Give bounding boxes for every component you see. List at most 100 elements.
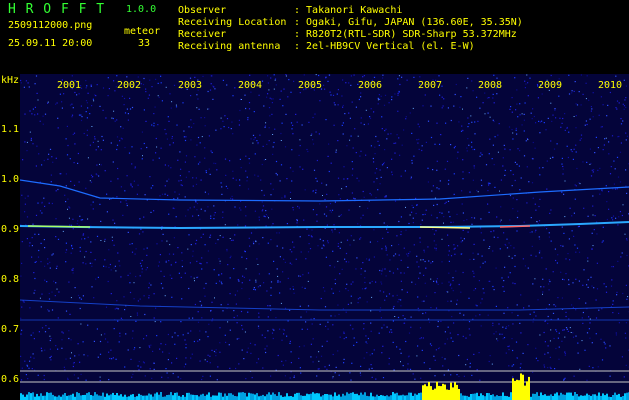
- noise-dot: [469, 258, 471, 261]
- noise-dot: [366, 352, 368, 354]
- noise-dot: [254, 137, 256, 139]
- noise-dot: [167, 116, 169, 118]
- noise-dot: [552, 312, 555, 314]
- noise-dot: [383, 222, 385, 224]
- y-axis: kHz 1.1 1.0 0.9 0.8 0.7 0.6: [0, 74, 20, 400]
- noise-dot: [29, 307, 31, 309]
- noise-dot: [435, 249, 437, 251]
- noise-dot: [523, 221, 525, 223]
- noise-dot: [360, 374, 362, 377]
- activity-bar: [432, 389, 434, 400]
- noise-dot: [234, 87, 236, 89]
- activity-bar: [182, 395, 184, 400]
- bright-noise-dot: [484, 113, 486, 115]
- noise-dot: [481, 255, 483, 257]
- noise-dot: [407, 363, 409, 365]
- noise-dot: [174, 191, 176, 193]
- noise-dot: [535, 315, 537, 317]
- noise-dot: [404, 170, 406, 172]
- noise-dot: [574, 184, 576, 186]
- bright-noise-dot: [370, 310, 372, 312]
- noise-dot: [180, 168, 182, 170]
- noise-dot: [31, 113, 33, 115]
- noise-dot: [168, 352, 170, 354]
- noise-dot: [596, 288, 599, 290]
- noise-dot: [428, 321, 431, 323]
- noise-dot: [217, 239, 219, 241]
- noise-dot: [217, 366, 219, 368]
- activity-bar: [58, 395, 60, 400]
- noise-dot: [537, 299, 539, 301]
- noise-dot: [246, 176, 248, 178]
- noise-dot: [343, 338, 345, 340]
- noise-dot: [160, 343, 162, 345]
- noise-dot: [149, 346, 151, 348]
- noise-dot: [381, 283, 383, 285]
- noise-dot: [67, 378, 69, 380]
- activity-bar: [464, 395, 466, 400]
- noise-dot: [561, 191, 563, 193]
- noise-dot: [317, 368, 319, 370]
- noise-dot: [330, 94, 332, 96]
- noise-dot: [90, 251, 92, 253]
- noise-dot: [164, 128, 166, 131]
- noise-dot: [279, 98, 281, 100]
- bright-noise-dot: [26, 141, 28, 143]
- noise-dot: [448, 272, 450, 274]
- noise-dot: [117, 178, 119, 180]
- noise-dot: [471, 121, 473, 123]
- noise-dot: [413, 155, 415, 157]
- noise-dot: [305, 311, 308, 313]
- antenna-value: : 2el-HB9CV Vertical (el. E-W): [294, 41, 475, 52]
- noise-dot: [603, 144, 605, 146]
- noise-dot: [71, 103, 73, 105]
- activity-bar: [326, 394, 328, 400]
- noise-dot: [382, 377, 385, 379]
- noise-dot: [89, 262, 91, 264]
- noise-dot: [450, 221, 452, 223]
- noise-dot: [502, 157, 504, 159]
- noise-dot: [590, 175, 593, 177]
- noise-dot: [522, 258, 524, 260]
- noise-dot: [560, 245, 562, 247]
- noise-dot: [86, 102, 88, 104]
- noise-dot: [313, 318, 315, 320]
- activity-bar: [590, 395, 592, 400]
- noise-dot: [21, 262, 23, 264]
- noise-dot: [111, 358, 113, 360]
- noise-dot: [453, 244, 455, 246]
- noise-dot: [419, 76, 421, 78]
- datetime-label: 25.09.11 20:00: [8, 38, 93, 49]
- bright-noise-dot: [29, 131, 31, 133]
- noise-dot: [411, 204, 413, 206]
- noise-dot: [234, 294, 236, 296]
- noise-dot: [116, 75, 118, 77]
- bright-noise-dot: [164, 295, 166, 297]
- noise-dot: [173, 207, 176, 210]
- noise-dot: [510, 170, 512, 172]
- noise-dot: [150, 211, 152, 213]
- noise-dot: [310, 356, 312, 358]
- noise-dot: [126, 175, 128, 177]
- noise-dot: [597, 147, 599, 149]
- noise-dot: [148, 287, 150, 289]
- noise-dot: [369, 117, 372, 119]
- noise-dot: [312, 361, 314, 363]
- noise-dot: [143, 338, 145, 340]
- noise-dot: [192, 250, 194, 252]
- noise-dot: [515, 129, 517, 131]
- noise-dot: [209, 355, 211, 357]
- bright-noise-dot: [37, 99, 39, 101]
- noise-dot: [520, 177, 522, 179]
- noise-dot: [116, 144, 119, 146]
- noise-dot: [254, 289, 256, 291]
- noise-dot: [534, 203, 536, 205]
- noise-dot: [31, 237, 33, 239]
- noise-dot: [248, 162, 251, 164]
- noise-dot: [443, 216, 445, 218]
- noise-dot: [226, 250, 228, 252]
- noise-dot: [574, 81, 576, 83]
- noise-dot: [342, 104, 344, 107]
- noise-dot: [402, 315, 404, 317]
- activity-bar: [340, 396, 342, 400]
